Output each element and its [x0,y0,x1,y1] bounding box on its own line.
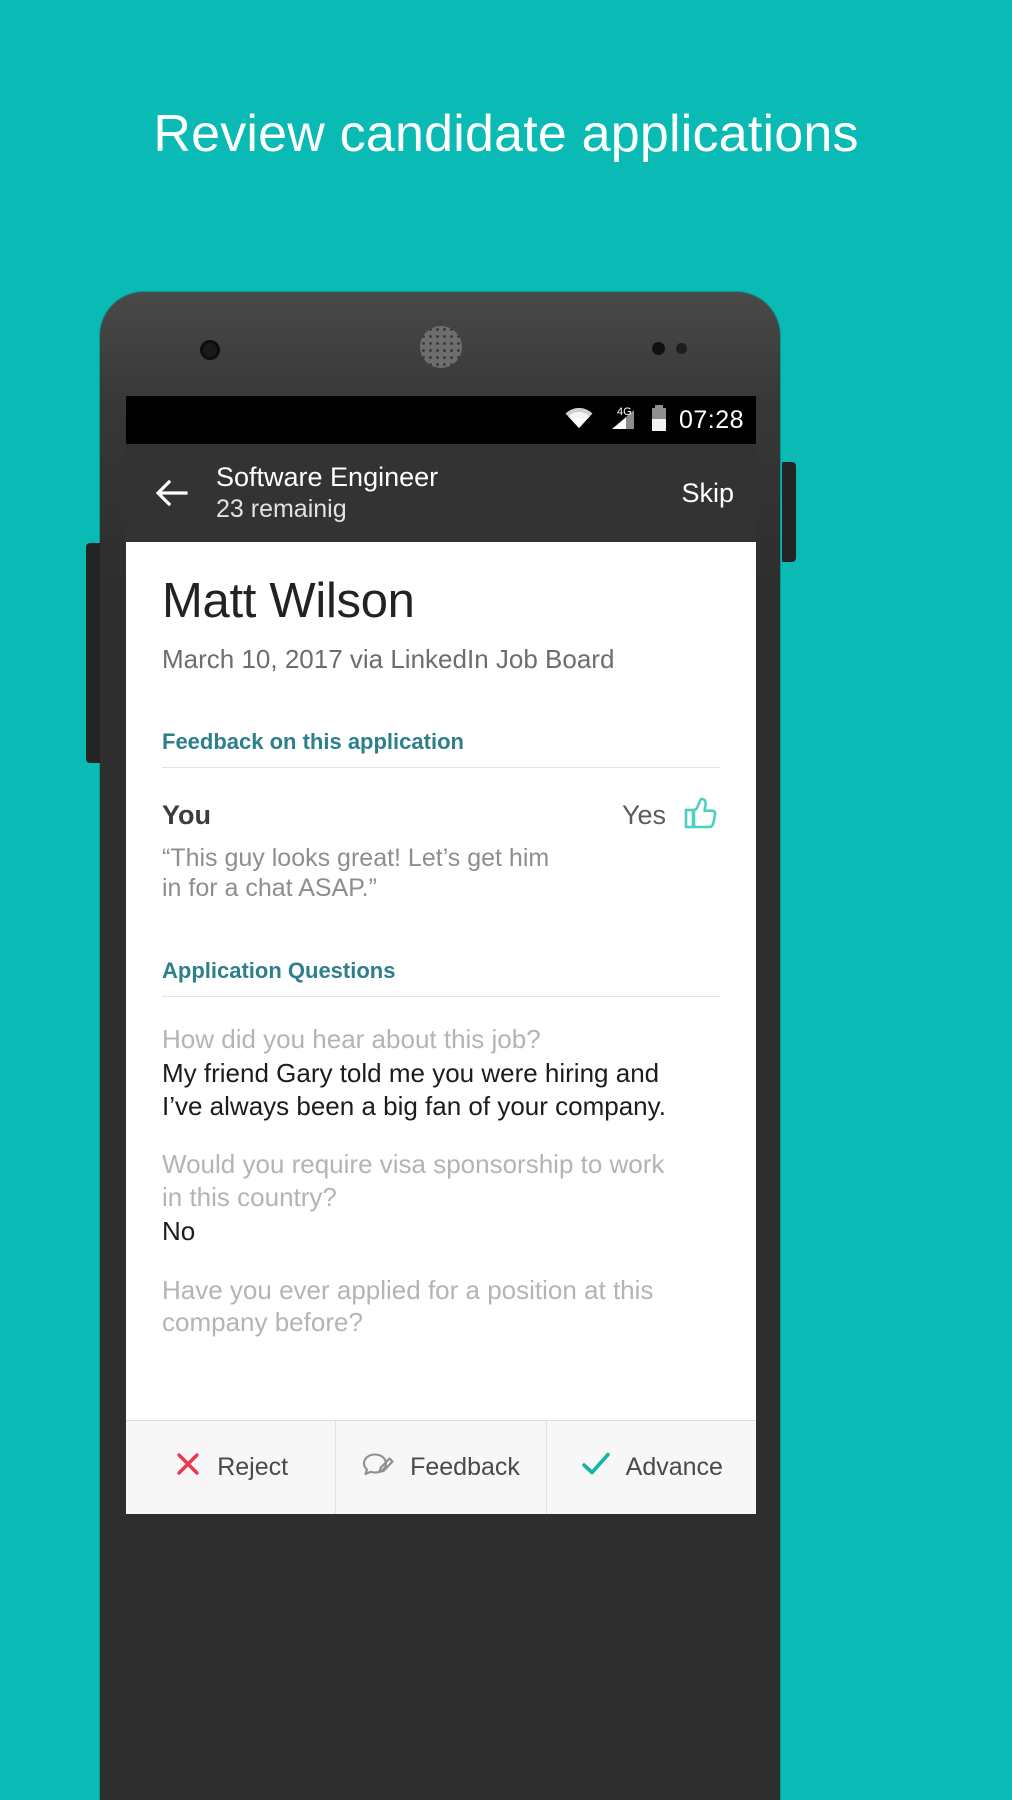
power-button[interactable] [782,462,796,562]
question-text-cont: company before? [162,1307,363,1338]
question-text-cont: in this country? [162,1181,337,1212]
signal-icon: 4G [606,405,638,436]
answer-text: No [162,1216,196,1247]
thumbs-up-icon [682,796,720,835]
reject-button[interactable]: Reject [126,1421,337,1514]
feedback-section-heading: Feedback on this application [162,729,720,768]
question-text: Have you ever applied for a position at … [162,1274,654,1305]
candidate-meta: March 10, 2017 via LinkedIn Job Board [162,643,615,674]
reject-label: Reject [217,1453,289,1481]
toolbar-text: Software Engineer 23 remainig [216,462,669,524]
status-icons: 4G [564,404,668,437]
candidate-name: Matt Wilson [162,574,415,628]
phone-screen: 4G 07:28 Software Engineer 23 remainig S… [126,396,756,1514]
check-icon [580,1449,612,1486]
answer-text: My friend Gary told me you were hiring a… [162,1058,660,1089]
app-toolbar: Software Engineer 23 remainig Skip [126,444,756,542]
application-detail-content: Matt Wilson March 10, 2017 via LinkedIn … [126,542,756,1420]
comment-edit-icon [362,1449,396,1486]
advance-label: Advance [625,1453,723,1481]
close-x-icon [173,1449,203,1486]
feedback-button[interactable]: Feedback [336,1421,547,1514]
feedback-quote-line-1: “This guy looks great! Let’s get him [162,843,550,872]
feedback-label: Feedback [410,1453,520,1481]
earpiece-speaker-icon [420,326,462,368]
feedback-quote-line-2: in for a chat ASAP.” [162,874,377,903]
toolbar-subtitle: 23 remainig [216,495,347,524]
proximity-sensor-icon [652,342,665,355]
question-text: Would you require visa sponsorship to wo… [162,1149,665,1180]
feedback-verdict-group: Yes [622,796,720,835]
advance-button[interactable]: Advance [547,1421,756,1514]
volume-button[interactable] [86,543,100,763]
questions-section-heading: Application Questions [162,958,720,997]
svg-text:4G: 4G [617,406,632,418]
skip-button[interactable]: Skip [669,478,734,509]
feedback-author: You [162,799,211,830]
front-camera-icon [200,340,220,360]
status-clock: 07:28 [678,405,744,434]
question-item: Would you require visa sponsorship to wo… [162,1148,720,1248]
action-bar: Reject Feedback Advance [126,1420,756,1514]
feedback-entry-row: You Yes [162,796,720,835]
back-arrow-icon[interactable] [148,470,194,516]
battery-icon [650,404,668,437]
status-bar: 4G 07:28 [126,396,756,444]
light-sensor-icon [676,343,687,354]
wifi-icon [564,406,594,435]
question-text: How did you hear about this job? [162,1023,541,1054]
toolbar-title: Software Engineer [216,461,439,492]
question-item: How did you hear about this job? My frie… [162,1023,720,1123]
question-item: Have you ever applied for a position at … [162,1274,720,1339]
feedback-verdict: Yes [621,799,666,830]
page-title: Review candidate applications [153,105,859,163]
answer-text-cont: I’ve always been a big fan of your compa… [162,1090,666,1121]
